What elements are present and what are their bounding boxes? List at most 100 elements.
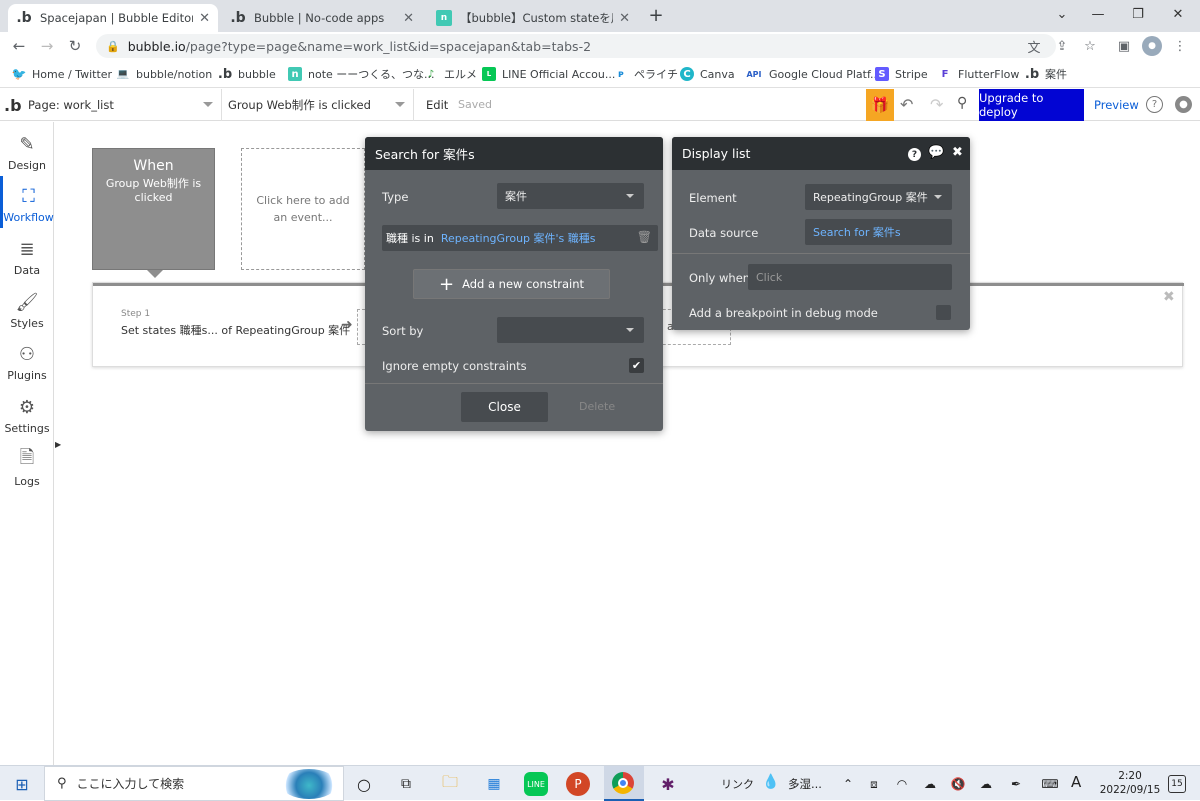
bookmark-erume[interactable]: ♪ エルメ: [424, 66, 477, 82]
cloud-icon[interactable]: ☁: [916, 770, 944, 798]
bookmark-note[interactable]: n note ーーつくる、つな...: [288, 66, 435, 82]
bookmark-google-cloud[interactable]: API Google Cloud Platf...: [745, 66, 880, 82]
display-list-panel: Display list ? 💬 ✖ Element RepeatingGrou…: [672, 137, 970, 330]
rail-logs[interactable]: 🗎 Logs: [0, 440, 54, 492]
store-icon[interactable]: ▦: [480, 770, 508, 798]
rail-settings[interactable]: ⚙ Settings: [0, 387, 54, 439]
sidepanel-icon[interactable]: ▣: [1114, 36, 1134, 56]
bookmark-bubble-notion[interactable]: 💻 bubble/notion: [116, 66, 212, 82]
rail-workflow[interactable]: ⛶ Workflow: [0, 176, 54, 228]
new-tab-button[interactable]: +: [646, 4, 666, 26]
bookmark-bubble[interactable]: .b bubble: [218, 66, 276, 82]
bookmark-peraichi[interactable]: ᴘ ペライチ: [614, 66, 678, 82]
close-tab-icon[interactable]: ✕: [619, 11, 630, 26]
edit-menu[interactable]: Edit: [426, 98, 448, 112]
speaker-muted-icon[interactable]: 🔇: [944, 770, 972, 798]
tray-link-label[interactable]: リンク: [721, 776, 754, 792]
minimize-icon[interactable]: —: [1076, 0, 1120, 28]
file-explorer-icon[interactable]: 🗀: [436, 770, 464, 798]
close-button[interactable]: Close: [461, 392, 548, 422]
keyboard-icon[interactable]: ⌨: [1036, 770, 1064, 798]
cloud-upload-icon[interactable]: ☁: [972, 770, 1000, 798]
rail-data[interactable]: ≣ Data: [0, 229, 54, 281]
event-select[interactable]: Group Web制作 is clicked: [222, 89, 414, 121]
clock[interactable]: 2:20 2022/09/15: [1098, 769, 1162, 797]
chrome-taskbar-slot[interactable]: [604, 766, 644, 801]
bookmark-star-icon[interactable]: ☆: [1080, 36, 1100, 56]
breakpoint-checkbox[interactable]: [936, 305, 951, 320]
close-window-icon[interactable]: ✕: [1156, 0, 1200, 28]
type-dropdown[interactable]: 案件: [497, 183, 644, 209]
workflow-icon: ⛶: [22, 185, 35, 207]
bookmark-flutterflow[interactable]: F FlutterFlow: [938, 66, 1020, 82]
forward-icon[interactable]: →: [36, 35, 58, 57]
event-description: Group Web制作 is clicked: [105, 177, 202, 204]
comment-icon[interactable]: 💬: [928, 145, 944, 160]
back-icon[interactable]: ←: [8, 35, 30, 57]
close-steps-icon[interactable]: ✖: [1163, 289, 1175, 305]
constraint-row[interactable]: 職種 is in RepeatingGroup 案件's 職種s 🗑: [382, 225, 658, 251]
ignore-empty-checkbox[interactable]: ✔: [629, 358, 644, 373]
bubble-logo-icon[interactable]: .b: [4, 93, 22, 117]
expand-arrow-icon[interactable]: ▶: [55, 440, 61, 449]
url-field[interactable]: 🔒 bubble.io/page?type=page&name=work_lis…: [96, 34, 1056, 58]
add-constraint-button[interactable]: + Add a new constraint: [413, 269, 610, 299]
erume-icon: ♪: [427, 68, 435, 80]
undo-icon[interactable]: ↶: [900, 95, 913, 114]
pen-icon[interactable]: ✒: [1002, 770, 1030, 798]
tab-bubble-nocode[interactable]: .b Bubble | No-code apps ✕: [222, 4, 422, 32]
trash-icon[interactable]: 🗑: [637, 230, 652, 244]
tray-app-icon[interactable]: ⧈: [860, 770, 888, 798]
share-icon[interactable]: ⇪: [1052, 36, 1072, 56]
help-icon[interactable]: ?: [908, 148, 921, 161]
chrome-menu-icon[interactable]: ⋮: [1170, 36, 1190, 56]
rail-design[interactable]: ✎ Design: [0, 124, 54, 176]
bookmark-canva[interactable]: C Canva: [680, 66, 735, 82]
windows-start-icon[interactable]: ⊞: [8, 770, 36, 798]
rail-styles[interactable]: 🖌 Styles: [0, 282, 54, 334]
step-description[interactable]: Set states 職種s... of RepeatingGroup 案件: [121, 322, 350, 338]
bookmark-anken[interactable]: .b 案件: [1025, 66, 1067, 82]
bookmark-line[interactable]: L LINE Official Accou...: [482, 66, 615, 82]
ime-indicator[interactable]: A: [1071, 773, 1081, 791]
delete-button[interactable]: Delete: [579, 400, 615, 413]
tab-spacejapan[interactable]: .b Spacejapan | Bubble Editor ✕: [8, 4, 218, 32]
account-icon[interactable]: ●: [1175, 96, 1192, 113]
event-card[interactable]: When Group Web制作 is clicked: [92, 148, 215, 270]
upgrade-deploy-button[interactable]: Upgrade to deploy: [979, 89, 1084, 121]
task-view-icon[interactable]: ⧉: [392, 770, 420, 798]
line-app-icon[interactable]: LINE: [524, 772, 548, 796]
preview-button[interactable]: Preview: [1094, 98, 1139, 112]
element-dropdown[interactable]: RepeatingGroup 案件: [805, 184, 952, 210]
slack-icon[interactable]: ✱: [654, 770, 682, 798]
tray-wifi-icon[interactable]: ◠: [888, 770, 916, 798]
data-source-field[interactable]: Search for 案件s: [805, 219, 952, 245]
close-icon[interactable]: ✖: [952, 145, 963, 160]
bookmark-twitter[interactable]: 🐦 Home / Twitter: [12, 66, 113, 82]
profile-avatar[interactable]: ●: [1142, 36, 1162, 56]
rail-plugins[interactable]: ⚇ Plugins: [0, 334, 54, 386]
translate-icon[interactable]: 文: [1024, 36, 1044, 56]
weather-text[interactable]: 多湿...: [788, 776, 822, 792]
notification-icon[interactable]: 15: [1168, 775, 1186, 793]
gift-icon[interactable]: 🎁: [866, 89, 894, 121]
close-tab-icon[interactable]: ✕: [403, 11, 414, 26]
tray-expand-icon[interactable]: ⌃: [834, 770, 862, 798]
restore-icon[interactable]: ❐: [1116, 0, 1160, 28]
tab-custom-state[interactable]: n 【bubble】Custom stateを用いた検 ✕: [428, 4, 638, 32]
reload-icon[interactable]: ↻: [64, 35, 86, 57]
powerpoint-icon[interactable]: P: [566, 772, 590, 796]
close-tab-icon[interactable]: ✕: [199, 11, 210, 26]
page-select[interactable]: Page: work_list: [22, 89, 222, 121]
url-path: /page?type=page&name=work_list&id=spacej…: [185, 38, 592, 54]
taskbar-search-field[interactable]: ⚲ ここに入力して検索: [44, 766, 344, 801]
cortana-icon[interactable]: ○: [350, 770, 378, 798]
add-event-placeholder[interactable]: Click here to add an event...: [241, 148, 365, 270]
search-icon[interactable]: ⚲: [957, 95, 967, 111]
sort-by-dropdown[interactable]: [497, 317, 644, 343]
redo-icon[interactable]: ↷: [930, 95, 943, 114]
help-icon[interactable]: ?: [1146, 96, 1163, 113]
bookmark-stripe[interactable]: S Stripe: [875, 66, 928, 82]
constraint-value[interactable]: RepeatingGroup 案件's 職種s: [441, 230, 596, 246]
only-when-field[interactable]: Click: [748, 264, 952, 290]
